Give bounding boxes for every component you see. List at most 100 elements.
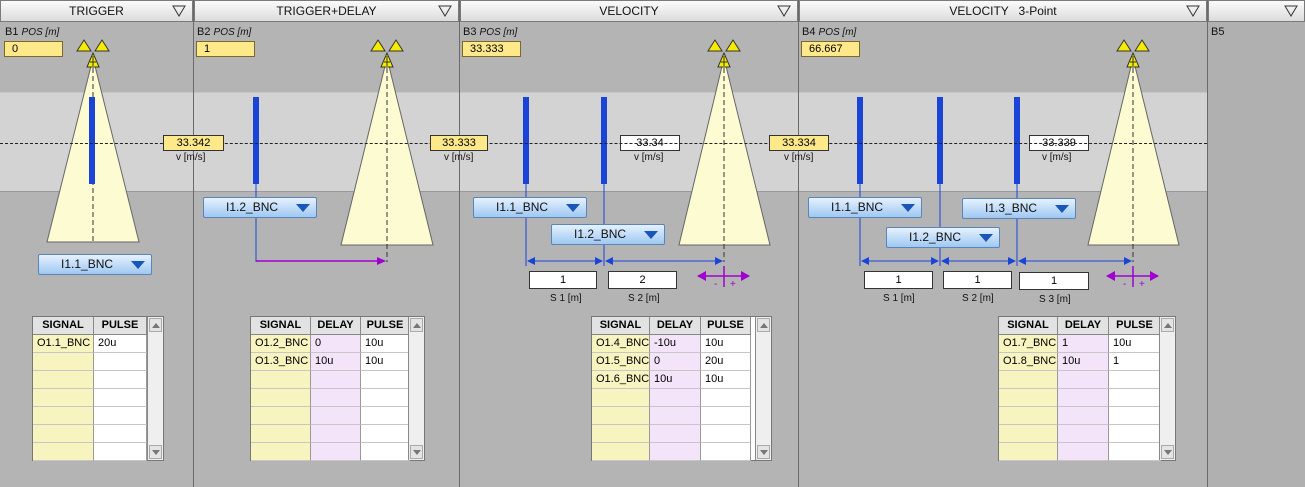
table-cell[interactable]	[650, 443, 701, 461]
scroll-up-icon[interactable]	[1161, 318, 1174, 332]
table-cell[interactable]	[251, 425, 311, 443]
table-cell[interactable]: 10u	[361, 353, 410, 371]
table-cell[interactable]	[94, 425, 147, 443]
table-cell[interactable]	[33, 443, 94, 461]
table-cell[interactable]: O1.8_BNC	[999, 353, 1058, 371]
table-cell[interactable]	[251, 443, 311, 461]
scroll-down-icon[interactable]	[149, 445, 162, 459]
table-cell[interactable]	[592, 407, 650, 425]
table-cell[interactable]	[1058, 389, 1109, 407]
table-cell[interactable]	[592, 389, 650, 407]
table-cell[interactable]	[1109, 425, 1161, 443]
b4-s3-field[interactable]: 1	[1019, 272, 1089, 290]
table-cell[interactable]	[1058, 425, 1109, 443]
b1-signal-table[interactable]: SIGNAL PULSE O1.1_BNC 20u	[32, 316, 164, 461]
section-b5-header[interactable]	[1208, 0, 1305, 22]
table-cell[interactable]: O1.1_BNC	[33, 335, 94, 353]
b4-input-select-i3[interactable]: I1.3_BNC	[962, 198, 1076, 219]
table-cell[interactable]	[94, 443, 147, 461]
table-cell[interactable]: 20u	[94, 335, 147, 353]
b1-input-select-i1[interactable]: I1.1_BNC	[38, 254, 152, 275]
b3-s1-field[interactable]: 1	[529, 271, 597, 289]
table-cell[interactable]	[701, 443, 751, 461]
table-cell[interactable]	[361, 389, 410, 407]
table-cell[interactable]	[251, 389, 311, 407]
table-cell[interactable]: 10u	[701, 371, 751, 389]
b4-input-select-i1[interactable]: I1.1_BNC	[808, 197, 922, 218]
table-cell[interactable]	[33, 407, 94, 425]
scroll-down-icon[interactable]	[1161, 445, 1174, 459]
table-cell[interactable]	[361, 425, 410, 443]
table-cell[interactable]	[311, 371, 361, 389]
table-cell[interactable]	[592, 443, 650, 461]
table-cell[interactable]	[94, 353, 147, 371]
table-scrollbar[interactable]	[408, 317, 424, 460]
table-cell[interactable]	[33, 371, 94, 389]
table-cell[interactable]	[999, 425, 1058, 443]
table-cell[interactable]	[701, 407, 751, 425]
table-cell[interactable]	[251, 371, 311, 389]
table-cell[interactable]	[1109, 407, 1161, 425]
table-scrollbar[interactable]	[147, 317, 163, 460]
table-scrollbar[interactable]	[1159, 317, 1175, 460]
scroll-up-icon[interactable]	[757, 318, 770, 332]
table-cell[interactable]	[999, 371, 1058, 389]
table-cell[interactable]: 10u	[701, 335, 751, 353]
table-cell[interactable]: 10u	[311, 353, 361, 371]
table-cell[interactable]	[361, 443, 410, 461]
table-cell[interactable]	[1109, 443, 1161, 461]
table-cell[interactable]	[592, 425, 650, 443]
scroll-up-icon[interactable]	[149, 318, 162, 332]
b4-input-select-i2[interactable]: I1.2_BNC	[886, 227, 1000, 248]
table-cell[interactable]	[701, 425, 751, 443]
b4-s1-field[interactable]: 1	[864, 271, 933, 289]
table-cell[interactable]	[1109, 371, 1161, 389]
b4-s2-field[interactable]: 1	[943, 271, 1012, 289]
table-cell[interactable]: O1.4_BNC	[592, 335, 650, 353]
scroll-up-icon[interactable]	[410, 318, 423, 332]
table-cell[interactable]: O1.7_BNC	[999, 335, 1058, 353]
b3-input-select-i2[interactable]: I1.2_BNC	[551, 224, 665, 245]
table-cell[interactable]	[311, 407, 361, 425]
scroll-down-icon[interactable]	[757, 445, 770, 459]
table-cell[interactable]	[361, 407, 410, 425]
table-cell[interactable]: 10u	[361, 335, 410, 353]
table-cell[interactable]	[1058, 443, 1109, 461]
table-cell[interactable]	[1058, 371, 1109, 389]
table-cell[interactable]	[251, 407, 311, 425]
table-cell[interactable]: 0	[650, 353, 701, 371]
b3-input-select-i1[interactable]: I1.1_BNC	[473, 197, 587, 218]
table-cell[interactable]	[311, 389, 361, 407]
table-cell[interactable]	[650, 425, 701, 443]
table-cell[interactable]	[94, 371, 147, 389]
table-cell[interactable]	[701, 389, 751, 407]
table-cell[interactable]	[33, 353, 94, 371]
b3-signal-table[interactable]: SIGNAL DELAY PULSE O1.4_BNC -10u 10u O1.…	[591, 316, 772, 461]
table-cell[interactable]: 20u	[701, 353, 751, 371]
b2-input-select-i2[interactable]: I1.2_BNC	[203, 197, 317, 218]
table-cell[interactable]: 1	[1058, 335, 1109, 353]
table-cell[interactable]: O1.3_BNC	[251, 353, 311, 371]
table-cell[interactable]	[311, 425, 361, 443]
table-cell[interactable]: 10u	[1058, 353, 1109, 371]
table-cell[interactable]	[311, 443, 361, 461]
table-cell[interactable]	[999, 407, 1058, 425]
b2-signal-table[interactable]: SIGNAL DELAY PULSE O1.2_BNC 0 10u O1.3_B…	[250, 316, 425, 461]
table-cell[interactable]: O1.5_BNC	[592, 353, 650, 371]
table-cell[interactable]	[361, 371, 410, 389]
table-cell[interactable]: O1.2_BNC	[251, 335, 311, 353]
table-cell[interactable]: 0	[311, 335, 361, 353]
table-scrollbar[interactable]	[755, 317, 771, 460]
b3-s2-field[interactable]: 2	[608, 271, 677, 289]
table-cell[interactable]	[94, 389, 147, 407]
table-cell[interactable]	[33, 389, 94, 407]
table-cell[interactable]: O1.6_BNC	[592, 371, 650, 389]
table-cell[interactable]	[650, 407, 701, 425]
table-cell[interactable]	[33, 425, 94, 443]
table-cell[interactable]	[94, 407, 147, 425]
table-cell[interactable]	[1058, 407, 1109, 425]
table-cell[interactable]: -10u	[650, 335, 701, 353]
table-cell[interactable]	[999, 389, 1058, 407]
table-cell[interactable]	[1109, 389, 1161, 407]
table-cell[interactable]: 1	[1109, 353, 1161, 371]
